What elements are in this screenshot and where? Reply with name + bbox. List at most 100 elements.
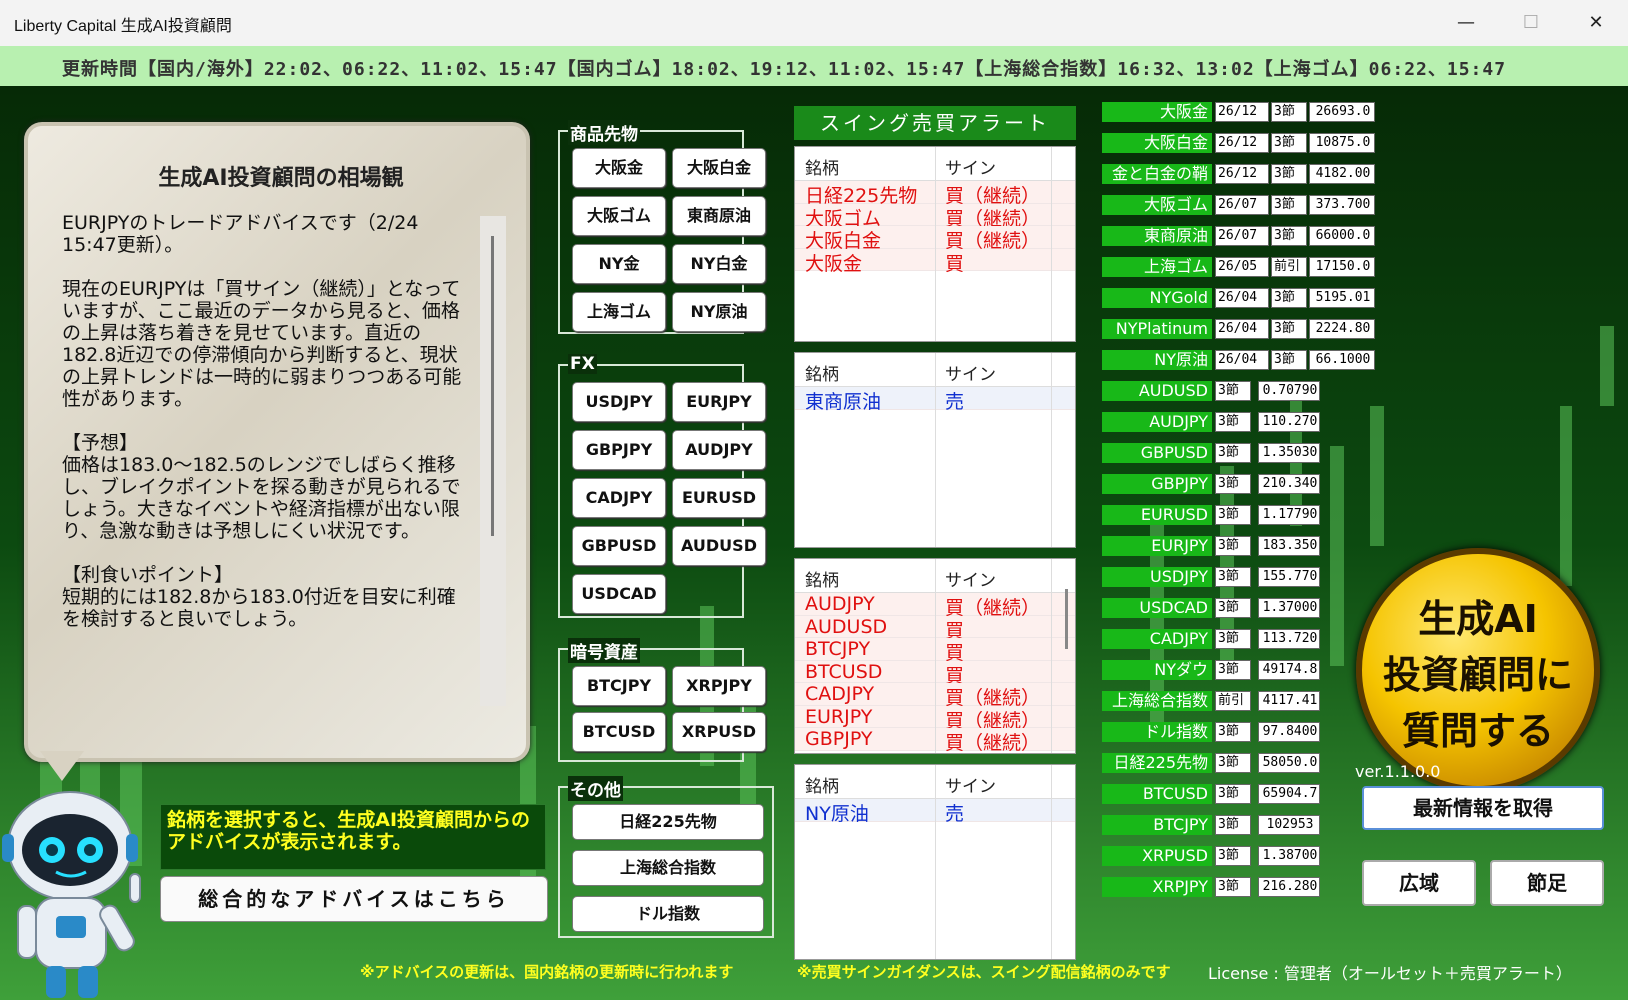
- title-bar: Liberty Capital 生成AI投資顧問 — ☐ ✕: [0, 0, 1628, 46]
- quote-price: 183.350: [1258, 536, 1320, 556]
- btn-xrpusd[interactable]: XRPUSD: [672, 712, 766, 752]
- quote-price: 49174.8: [1258, 660, 1320, 680]
- quote-row: NYGold 26/04 3節 5195.01: [1102, 288, 1382, 309]
- fx-group: FX USDJPY EURJPY GBPJPY AUDJPY CADJPY EU…: [558, 354, 766, 618]
- quote-contract: 26/05: [1215, 257, 1269, 277]
- quote-session: 3節: [1215, 753, 1251, 773]
- quote-session: 前引: [1271, 257, 1307, 277]
- main-area: 生成AI投資顧問の相場観 EURJPYのトレードアドバイスです（2/24 15:…: [0, 86, 1628, 1000]
- ask-ai-advisor-button[interactable]: 生成AI 投資顧問に 質問する: [1356, 548, 1600, 792]
- quote-price: 4117.41: [1258, 691, 1320, 711]
- advice-scrollbar[interactable]: [480, 216, 506, 706]
- alert-row-name: 東商原油: [805, 391, 882, 413]
- quote-name: CADJPY: [1102, 629, 1212, 649]
- quote-name: XRPUSD: [1102, 846, 1212, 866]
- btn-gbpjpy[interactable]: GBPJPY: [572, 430, 666, 470]
- alert-row-sign: 買（継続）: [945, 732, 1041, 754]
- btn-usdcad[interactable]: USDCAD: [572, 574, 666, 614]
- wide-button[interactable]: 広域: [1362, 860, 1476, 906]
- btn-dollar-index[interactable]: ドル指数: [572, 896, 764, 932]
- alert-row-name: CADJPY: [805, 683, 875, 705]
- swing-alert-header: スイング売買アラート: [794, 106, 1076, 140]
- quote-row: NY原油 26/04 3節 66.1000: [1102, 350, 1382, 371]
- alert-row-name: EURJPY: [805, 705, 873, 728]
- btn-osaka-rubber[interactable]: 大阪ゴム: [572, 196, 666, 236]
- quote-row: 上海ゴム 26/05 前引 17150.0: [1102, 257, 1382, 278]
- version-label: ver.1.1.0.0: [1355, 762, 1441, 781]
- quote-row: 日経225先物 3節 58050.0: [1102, 753, 1382, 774]
- quote-price: 2224.80: [1309, 319, 1375, 339]
- quote-name: GBPUSD: [1102, 443, 1212, 463]
- minimize-icon[interactable]: —: [1442, 8, 1490, 38]
- column-divider: [935, 765, 936, 959]
- advice-panel: 生成AI投資顧問の相場観 EURJPYのトレードアドバイスです（2/24 15:…: [24, 122, 530, 762]
- quote-price: 216.280: [1258, 877, 1320, 897]
- refresh-button[interactable]: 最新情報を取得: [1362, 786, 1604, 830]
- btn-btcusd[interactable]: BTCUSD: [572, 712, 666, 752]
- btn-audjpy[interactable]: AUDJPY: [672, 430, 766, 470]
- quote-name: NYダウ: [1102, 660, 1212, 680]
- quote-name: BTCUSD: [1102, 784, 1212, 804]
- quote-session: 3節: [1215, 381, 1251, 401]
- btn-xrpjpy[interactable]: XRPJPY: [672, 666, 766, 706]
- quote-row: XRPJPY 3節 216.280: [1102, 877, 1382, 898]
- quote-contract: 26/07: [1215, 226, 1269, 246]
- maximize-icon[interactable]: ☐: [1507, 8, 1555, 38]
- alert-row-sign: 売: [945, 391, 965, 413]
- quote-session: 3節: [1215, 722, 1251, 742]
- quote-name: 日経225先物: [1102, 753, 1212, 773]
- quote-row: USDJPY 3節 155.770: [1102, 567, 1382, 588]
- quote-price: 4182.00: [1309, 164, 1375, 184]
- quote-name: 金と白金の鞘: [1102, 164, 1212, 184]
- quote-price: 26693.0: [1309, 102, 1375, 122]
- quote-session: 前引: [1215, 691, 1251, 711]
- quote-name: USDCAD: [1102, 598, 1212, 618]
- quote-row: USDCAD 3節 1.37000: [1102, 598, 1382, 619]
- quote-session: 3節: [1271, 164, 1307, 184]
- quote-session: 3節: [1215, 815, 1251, 835]
- btn-eurusd[interactable]: EURUSD: [672, 478, 766, 518]
- quote-session: 3節: [1271, 288, 1307, 308]
- btn-nikkei225[interactable]: 日経225先物: [572, 804, 764, 840]
- advice-scroll-thumb[interactable]: [491, 236, 494, 536]
- btn-audusd[interactable]: AUDUSD: [672, 526, 766, 566]
- btn-osaka-platinum[interactable]: 大阪白金: [672, 148, 766, 188]
- column-divider: [935, 353, 936, 547]
- alert-table-3: 銘柄 サイン AUDJPY 買（継続） AUDUSD 買 BTCJPY 買 BTCUSD 買 CAD…: [794, 558, 1076, 754]
- crypto-group: 暗号資産 BTCJPY XRPJPY BTCUSD XRPUSD: [558, 638, 766, 762]
- col-name-header: 銘柄: [805, 777, 839, 797]
- quote-session: 3節: [1271, 102, 1307, 122]
- quote-price: 210.340: [1258, 474, 1320, 494]
- btn-ny-platinum[interactable]: NY白金: [672, 244, 766, 284]
- btn-ny-crude[interactable]: NY原油: [672, 292, 766, 332]
- alert-scrollbar[interactable]: [1065, 589, 1068, 649]
- btn-ny-gold[interactable]: NY金: [572, 244, 666, 284]
- btn-tocom-crude[interactable]: 東商原油: [672, 196, 766, 236]
- btn-gbpusd[interactable]: GBPUSD: [572, 526, 666, 566]
- btn-usdjpy[interactable]: USDJPY: [572, 382, 666, 422]
- setsu-button[interactable]: 節足: [1490, 860, 1604, 906]
- quote-price: 97.8400: [1258, 722, 1320, 742]
- other-group-label: その他: [568, 776, 623, 801]
- overall-advice-button[interactable]: 総合的なアドバイスはこちら: [160, 876, 548, 922]
- btn-eurjpy[interactable]: EURJPY: [672, 382, 766, 422]
- col-sign-header: サイン: [945, 365, 996, 385]
- quote-row: AUDJPY 3節 110.270: [1102, 412, 1382, 433]
- quote-row: CADJPY 3節 113.720: [1102, 629, 1382, 650]
- btn-cadjpy[interactable]: CADJPY: [572, 478, 666, 518]
- quote-contract: 26/12: [1215, 133, 1269, 153]
- col-name-header: 銘柄: [805, 365, 839, 385]
- btn-osaka-gold[interactable]: 大阪金: [572, 148, 666, 188]
- quote-price: 66.1000: [1309, 350, 1375, 370]
- btn-shanghai-rubber[interactable]: 上海ゴム: [572, 292, 666, 332]
- robot-mascot-icon: [2, 791, 141, 998]
- btn-shanghai-composite[interactable]: 上海総合指数: [572, 850, 764, 886]
- btn-btcjpy[interactable]: BTCJPY: [572, 666, 666, 706]
- quote-price: 65904.7: [1258, 784, 1320, 804]
- fx-group-label: FX: [568, 354, 597, 374]
- quote-price: 10875.0: [1309, 133, 1375, 153]
- close-icon[interactable]: ✕: [1572, 8, 1620, 38]
- quote-name: 大阪ゴム: [1102, 195, 1212, 215]
- quote-session: 3節: [1215, 846, 1251, 866]
- window-title: Liberty Capital 生成AI投資顧問: [14, 18, 232, 35]
